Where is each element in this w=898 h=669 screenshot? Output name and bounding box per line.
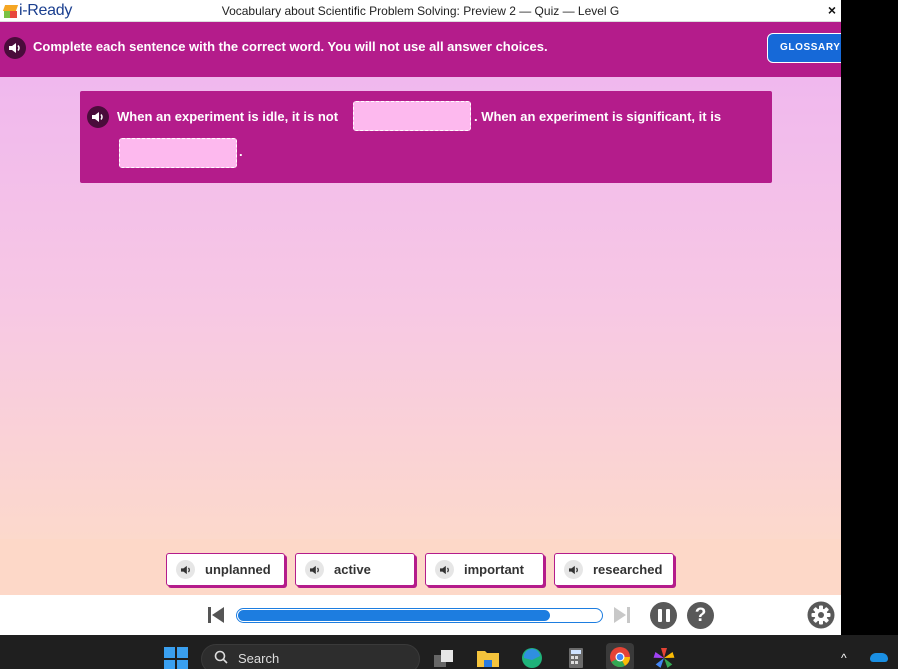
progress-bar bbox=[236, 608, 603, 623]
question-text-part1: When an experiment is idle, it is not bbox=[117, 109, 339, 124]
search-placeholder: Search bbox=[238, 651, 280, 666]
choice-label: active bbox=[334, 562, 371, 577]
file-explorer-icon[interactable] bbox=[476, 647, 500, 669]
speaker-icon[interactable] bbox=[305, 560, 324, 579]
answer-choices: unplanned active important researched bbox=[0, 539, 841, 595]
question-text-part2: . When an experiment is significant, it … bbox=[474, 109, 722, 124]
question-box: When an experiment is idle, it is not . … bbox=[80, 91, 772, 183]
title-bar: i-Ready Vocabulary about Scientific Prob… bbox=[0, 0, 841, 22]
pause-button[interactable] bbox=[650, 602, 677, 629]
speaker-icon[interactable] bbox=[435, 560, 454, 579]
calculator-icon[interactable] bbox=[564, 647, 588, 669]
chrome-browser-icon[interactable] bbox=[606, 643, 634, 669]
skip-to-end-icon[interactable] bbox=[612, 606, 632, 624]
windows-taskbar: Search ^ bbox=[0, 635, 898, 669]
edge-browser-icon[interactable] bbox=[520, 647, 544, 669]
quiz-title: Vocabulary about Scientific Problem Solv… bbox=[221, 4, 620, 18]
glossary-button[interactable]: GLOSSARY bbox=[767, 33, 841, 63]
question-text-part3: . bbox=[239, 144, 243, 159]
speaker-icon[interactable] bbox=[4, 37, 26, 59]
instruction-bar: Complete each sentence with the correct … bbox=[0, 22, 841, 77]
choice-unplanned[interactable]: unplanned bbox=[166, 553, 285, 586]
speaker-icon[interactable] bbox=[176, 560, 195, 579]
onedrive-cloud-icon[interactable] bbox=[870, 653, 888, 662]
choice-label: unplanned bbox=[205, 562, 271, 577]
choice-active[interactable]: active bbox=[295, 553, 415, 586]
progress-fill bbox=[238, 610, 550, 621]
speaker-icon[interactable] bbox=[564, 560, 583, 579]
question-area: When an experiment is idle, it is not . … bbox=[0, 77, 841, 539]
gear-icon[interactable] bbox=[807, 601, 835, 629]
choice-important[interactable]: important bbox=[425, 553, 544, 586]
close-button[interactable]: × bbox=[828, 2, 836, 18]
instruction-text: Complete each sentence with the correct … bbox=[33, 39, 548, 54]
speaker-icon[interactable] bbox=[87, 106, 109, 128]
search-icon bbox=[214, 650, 228, 664]
pause-icon bbox=[657, 609, 662, 622]
choice-label: important bbox=[464, 562, 524, 577]
taskbar-search[interactable]: Search bbox=[201, 644, 420, 669]
skip-to-start-icon[interactable] bbox=[206, 606, 226, 624]
iready-app: i-Ready Vocabulary about Scientific Prob… bbox=[0, 0, 841, 635]
windows-start-icon[interactable] bbox=[164, 647, 188, 669]
answer-blank-2[interactable] bbox=[119, 138, 237, 168]
player-bar: ? bbox=[0, 595, 841, 635]
task-view-icon[interactable] bbox=[432, 647, 456, 669]
choice-researched[interactable]: researched bbox=[554, 553, 674, 586]
choice-label: researched bbox=[593, 562, 663, 577]
outside-area bbox=[841, 0, 898, 635]
chevron-up-icon[interactable]: ^ bbox=[841, 651, 847, 665]
answer-blank-1[interactable] bbox=[353, 101, 471, 131]
help-button[interactable]: ? bbox=[687, 602, 714, 629]
app-pinwheel-icon[interactable] bbox=[652, 647, 676, 669]
